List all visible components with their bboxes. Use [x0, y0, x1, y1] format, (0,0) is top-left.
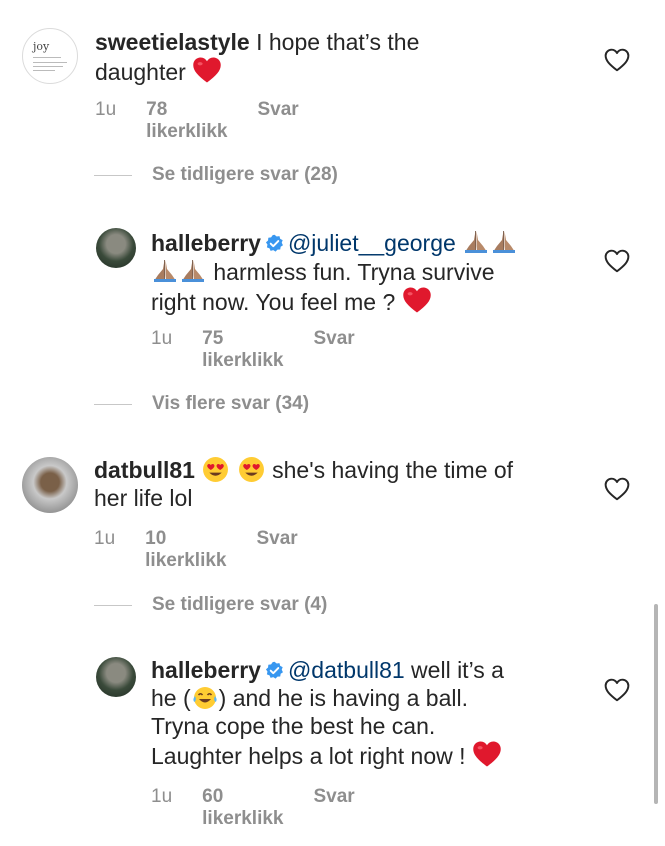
- mention-link[interactable]: @datbull81: [288, 657, 405, 683]
- comment-time: 1u: [95, 99, 117, 120]
- username[interactable]: halleberry: [151, 657, 261, 683]
- comment-meta: 1u 60 likerklikk Svar: [151, 786, 355, 830]
- avatar[interactable]: [22, 457, 78, 513]
- view-previous-replies-button[interactable]: Se tidligere svar (28): [94, 164, 338, 186]
- heart-eyes-emoji: [202, 456, 229, 483]
- avatar[interactable]: [96, 228, 136, 268]
- heart-outline-icon[interactable]: [604, 477, 630, 501]
- tears-of-joy-emoji: [192, 685, 218, 711]
- red-heart-emoji: [472, 740, 502, 768]
- heart-outline-icon[interactable]: [604, 48, 630, 72]
- comment-time: 1u: [94, 528, 116, 549]
- reply-button[interactable]: Svar: [257, 99, 298, 143]
- comment-text: halleberry @datbull81 well it’s a he () a…: [151, 657, 504, 769]
- comment-meta: 1u 10 likerklikk Svar: [94, 528, 298, 572]
- likes-count[interactable]: 75 likerklikk: [202, 328, 283, 372]
- avatar[interactable]: joy: [22, 28, 78, 84]
- view-previous-replies-button[interactable]: Se tidligere svar (4): [94, 594, 327, 616]
- avatar[interactable]: [96, 657, 136, 697]
- reply-button[interactable]: Svar: [313, 786, 354, 830]
- reply-button[interactable]: Svar: [313, 328, 354, 372]
- avatar-joy-text: joy: [33, 40, 50, 53]
- comment-meta: 1u 78 likerklikk Svar: [95, 99, 299, 143]
- folded-hands-emoji: [491, 228, 517, 254]
- username[interactable]: halleberry: [151, 230, 261, 256]
- heart-outline-icon[interactable]: [604, 678, 630, 702]
- comment-text: datbull81 she's having the time of her l…: [94, 456, 514, 511]
- folded-hands-emoji: [180, 257, 206, 283]
- view-more-replies-button[interactable]: Vis flere svar (34): [94, 393, 309, 415]
- likes-count[interactable]: 10 likerklikk: [145, 528, 226, 572]
- verified-badge-icon: [265, 234, 284, 253]
- comment-meta: 1u 75 likerklikk Svar: [151, 328, 355, 372]
- comment-time: 1u: [151, 786, 173, 807]
- heart-outline-icon[interactable]: [604, 249, 630, 273]
- likes-count[interactable]: 60 likerklikk: [202, 786, 283, 830]
- heart-eyes-emoji: [238, 456, 265, 483]
- folded-hands-emoji: [152, 257, 178, 283]
- folded-hands-emoji: [463, 228, 489, 254]
- username[interactable]: datbull81: [94, 457, 195, 483]
- reply-button[interactable]: Svar: [256, 528, 297, 572]
- comment-text: sweetielastyle I hope that’s the daughte…: [95, 29, 420, 85]
- username[interactable]: sweetielastyle: [95, 29, 250, 55]
- red-heart-emoji: [192, 56, 222, 84]
- comment-time: 1u: [151, 328, 173, 349]
- likes-count[interactable]: 78 likerklikk: [146, 99, 227, 143]
- red-heart-emoji: [402, 286, 432, 314]
- comment-text: halleberry @juliet__george harmless fun. …: [151, 228, 591, 316]
- mention-link[interactable]: @juliet__george: [288, 230, 456, 256]
- verified-badge-icon: [265, 661, 284, 680]
- scrollbar[interactable]: [654, 604, 658, 804]
